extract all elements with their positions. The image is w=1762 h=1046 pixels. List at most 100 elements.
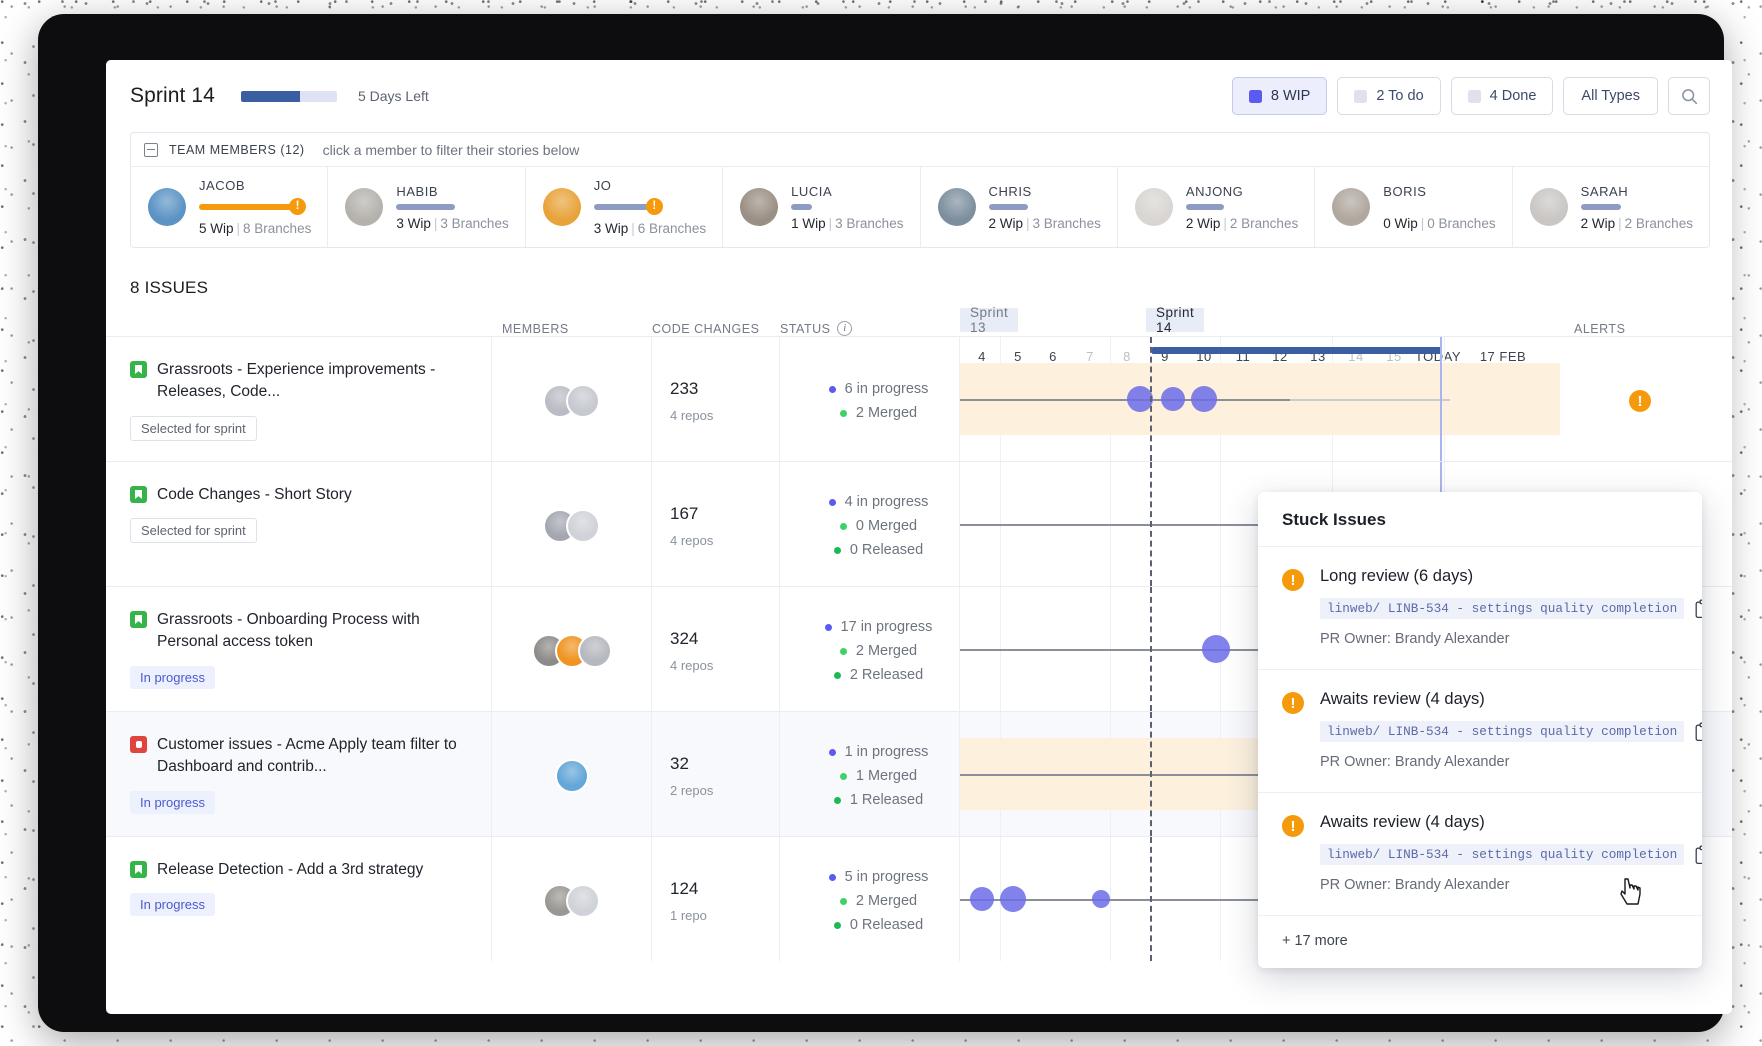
story-icon [130, 611, 147, 628]
alert-icon[interactable]: ! [1629, 390, 1651, 412]
issue-cell[interactable]: Code Changes - Short Story Selected for s… [106, 462, 492, 586]
status-dot [839, 409, 847, 417]
status-dot [828, 498, 836, 506]
timeline-dot[interactable] [1000, 886, 1026, 912]
team-member-jo[interactable]: JO! 3 Wip | 6 Branches [526, 167, 724, 247]
team-member-habib[interactable]: HABIB 3 Wip | 3 Branches [328, 167, 526, 247]
avatar-stack[interactable] [543, 384, 600, 418]
member-name: BORIS [1383, 183, 1427, 199]
stuck-issue-item[interactable]: ! Long review (6 days) linweb/ LINB-534 - … [1258, 547, 1702, 670]
status-dot [833, 796, 841, 804]
sprint-progress-bar [240, 90, 337, 102]
timeline-dot[interactable] [1161, 387, 1185, 411]
alert-icon: ! [1282, 815, 1304, 837]
status-label: 17 in progress [840, 619, 933, 635]
status-label: 6 in progress [844, 381, 929, 397]
days-left-label: 5 Days Left [357, 88, 429, 104]
avatar-stack[interactable] [554, 759, 589, 793]
status-label: 2 Merged [855, 405, 918, 421]
status-label: 2 Merged [855, 643, 918, 659]
member-alert-icon[interactable]: ! [289, 198, 306, 215]
members-cell [492, 462, 652, 586]
team-members-list: JACOB! 5 Wip | 8 Branches HABIB 3 Wip | 3 Branc… [131, 167, 1709, 247]
member-name: ANJONG [1185, 183, 1244, 199]
avatar-stack[interactable] [543, 509, 600, 543]
timeline-dot[interactable] [1092, 890, 1110, 908]
member-alert-icon[interactable]: ! [645, 198, 663, 215]
clipboard-icon[interactable] [1694, 599, 1702, 619]
filter-todo[interactable]: 2 To do [1337, 77, 1441, 115]
filter-done-label: 4 Done [1489, 88, 1537, 104]
filter-done[interactable]: 4 Done [1450, 77, 1554, 115]
stuck-issue-item[interactable]: ! Awaits review (4 days) linweb/ LINB-534 … [1258, 793, 1702, 916]
stuck-issue-title: Long review (6 days) [1320, 567, 1474, 585]
issue-title: Grassroots - Onboarding Process with Per… [157, 611, 420, 651]
team-member-lucia[interactable]: LUCIA 1 Wip | 3 Branches [723, 167, 921, 247]
bug-icon [130, 736, 147, 753]
today-marker [1150, 462, 1152, 586]
member-stats: 3 Wip | 6 Branches [593, 221, 707, 236]
branch-name: linweb/ LINB-534 - settings quality comp… [1320, 721, 1685, 742]
member-stats: 3 Wip | 3 Branches [396, 215, 509, 231]
issue-status-pill: In progress [130, 790, 216, 814]
code-changes-count: 124 [670, 879, 699, 898]
status-cell: 4 in progress 0 Merged 0 Released [780, 462, 960, 586]
stuck-issue-item[interactable]: ! Awaits review (4 days) linweb/ LINB-534 … [1258, 670, 1702, 793]
filter-wip[interactable]: 8 WIP [1231, 77, 1328, 115]
member-stats: 2 Wip | 2 Branches [1185, 215, 1299, 231]
pr-owner: PR Owner: Brandy Alexander [1320, 877, 1510, 893]
code-changes-cell: 32 2 repos [652, 712, 780, 836]
avatar [1134, 188, 1173, 226]
page-title: Sprint 14 [130, 84, 215, 107]
status-line: 0 Merged [839, 518, 917, 534]
member-stats: 0 Wip | 0 Branches [1383, 215, 1496, 231]
team-member-boris[interactable]: BORIS 0 Wip | 0 Branches [1315, 167, 1513, 247]
team-member-chris[interactable]: CHRIS 2 Wip | 3 Branches [921, 167, 1118, 247]
info-icon[interactable]: i [837, 321, 853, 336]
all-types-dropdown[interactable]: All Types [1563, 77, 1658, 115]
search-icon [1681, 88, 1697, 104]
issue-cell[interactable]: Grassroots - Experience improvements - R… [106, 337, 492, 461]
member-name: SARAH [1580, 183, 1629, 199]
clipboard-icon[interactable] [1694, 845, 1702, 865]
search-button[interactable] [1668, 77, 1710, 115]
timeline-track [960, 649, 1290, 651]
member-bar: ! [199, 198, 313, 215]
issue-cell[interactable]: Customer issues - Acme Apply team filter… [106, 712, 492, 836]
col-alerts: ALERTS [1574, 322, 1626, 336]
collapse-icon[interactable] [144, 142, 158, 157]
status-dot [828, 873, 836, 881]
team-members-panel: TEAM MEMBERS (12) click a member to filt… [130, 132, 1710, 248]
status-label: 2 Released [849, 667, 924, 683]
timeline-dot[interactable] [970, 887, 994, 911]
alert-icon: ! [1282, 569, 1304, 591]
team-member-jacob[interactable]: JACOB! 5 Wip | 8 Branches [131, 167, 329, 247]
avatar [577, 634, 612, 668]
status-cell: 1 in progress 1 Merged 1 Released [780, 712, 960, 836]
timeline-dot[interactable] [1191, 386, 1217, 412]
col-status: STATUS i [780, 321, 960, 336]
status-dot [833, 671, 841, 679]
status-label: 0 Released [849, 917, 924, 933]
status-cell: 17 in progress 2 Merged 2 Released [780, 587, 960, 711]
member-bar [1185, 203, 1300, 210]
team-member-anjong[interactable]: ANJONG 2 Wip | 2 Branches [1118, 167, 1316, 247]
table-row[interactable]: Grassroots - Experience improvements - R… [106, 336, 1732, 461]
clipboard-icon[interactable] [1694, 722, 1702, 742]
stuck-issues-more[interactable]: + 17 more [1258, 916, 1702, 968]
today-marker [1150, 337, 1152, 461]
issue-cell[interactable]: Release Detection - Add a 3rd strategy In… [106, 837, 492, 961]
status-dot [839, 647, 847, 655]
timeline-dot[interactable] [1202, 635, 1230, 663]
avatar-stack[interactable] [531, 634, 612, 668]
team-member-sarah[interactable]: SARAH 2 Wip | 2 Branches [1513, 167, 1709, 247]
code-changes-count: 324 [670, 629, 699, 648]
member-stats: 1 Wip | 3 Branches [791, 215, 904, 231]
status-label: 1 Merged [855, 768, 918, 784]
issue-title: Grassroots - Experience improvements - R… [157, 361, 436, 401]
avatar-stack[interactable] [543, 884, 600, 918]
issue-cell[interactable]: Grassroots - Onboarding Process with Per… [106, 587, 492, 711]
avatar [740, 188, 779, 226]
members-cell [492, 712, 652, 836]
status-line: 4 in progress [828, 494, 928, 510]
